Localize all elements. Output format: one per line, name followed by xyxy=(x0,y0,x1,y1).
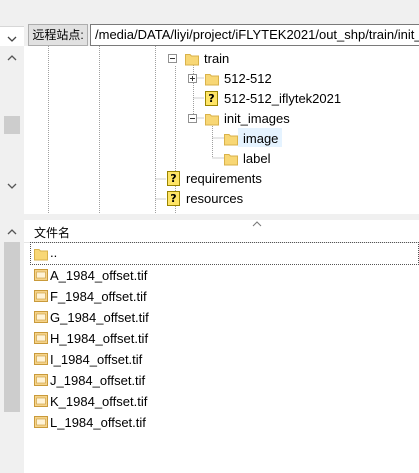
folder-icon xyxy=(224,154,238,166)
expand-icon[interactable] xyxy=(188,74,197,83)
file-row[interactable]: L_1984_offset.tif xyxy=(24,412,419,433)
image-file-icon xyxy=(34,311,48,323)
remote-site-label: 远程站点: xyxy=(28,24,88,46)
tree-node-label: 512-512 xyxy=(224,71,272,86)
site-dropdown[interactable] xyxy=(0,26,24,47)
remote-path-input[interactable]: /media/DATA/liyi/project/iFLYTEK2021/out… xyxy=(90,24,419,46)
file-row[interactable]: J_1984_offset.tif xyxy=(24,370,419,391)
file-row[interactable]: K_1984_offset.tif xyxy=(24,391,419,412)
file-row[interactable]: A_1984_offset.tif xyxy=(24,265,419,286)
tree-node-label: init_images xyxy=(224,111,290,126)
file-name: H_1984_offset.tif xyxy=(50,331,149,346)
remote-directory-tree: train 512-512 ? 512-512_iflytek2021 init… xyxy=(0,46,419,214)
question-icon: ? xyxy=(167,171,180,186)
tree-node-label: 512-512_iflytek2021 xyxy=(224,91,342,106)
column-header-filename[interactable]: 文件名 xyxy=(24,220,419,243)
folder-icon xyxy=(205,114,219,126)
file-row[interactable]: F_1984_offset.tif xyxy=(24,286,419,307)
file-row[interactable]: I_1984_offset.tif xyxy=(24,349,419,370)
column-header-label: 文件名 xyxy=(34,226,71,240)
collapse-icon[interactable] xyxy=(168,54,177,63)
folder-icon xyxy=(34,249,48,261)
list-scrollbar[interactable] xyxy=(0,220,24,473)
file-row[interactable]: G_1984_offset.tif xyxy=(24,307,419,328)
file-name: K_1984_offset.tif xyxy=(50,394,148,409)
file-row[interactable]: H_1984_offset.tif xyxy=(24,328,419,349)
folder-icon xyxy=(224,134,238,146)
image-file-icon xyxy=(34,395,48,407)
tree-node-label: resources xyxy=(186,191,244,206)
image-file-icon xyxy=(34,374,48,386)
image-file-icon xyxy=(34,332,48,344)
file-name: A_1984_offset.tif xyxy=(50,268,148,283)
file-name: F_1984_offset.tif xyxy=(50,289,147,304)
address-bar: 远程站点: /media/DATA/liyi/project/iFLYTEK20… xyxy=(0,0,419,47)
image-file-icon xyxy=(34,353,48,365)
file-name: J_1984_offset.tif xyxy=(50,373,146,388)
file-name: G_1984_offset.tif xyxy=(50,310,149,325)
collapse-icon[interactable] xyxy=(188,114,197,123)
tree-node-label: label xyxy=(243,151,271,166)
folder-icon xyxy=(205,74,219,86)
image-file-icon xyxy=(34,269,48,281)
sort-ascending-icon xyxy=(252,221,262,227)
file-name: I_1984_offset.tif xyxy=(50,352,143,367)
tree-node-label: train xyxy=(204,51,230,66)
folder-icon xyxy=(185,54,199,66)
question-icon: ? xyxy=(205,91,218,106)
parent-directory-label: .. xyxy=(50,245,58,260)
image-file-icon xyxy=(34,416,48,428)
list-scroll-thumb[interactable] xyxy=(4,242,20,412)
parent-directory-row[interactable]: .. xyxy=(30,242,419,265)
tree-node-label: image xyxy=(243,131,279,146)
image-file-icon xyxy=(34,290,48,302)
scroll-up-icon[interactable] xyxy=(6,226,18,238)
tree-node-label: requirements xyxy=(186,171,262,186)
file-name: L_1984_offset.tif xyxy=(50,415,146,430)
remote-file-list: 文件名 .. A_1984_offset.tif F_1984_offset.t… xyxy=(0,220,419,473)
question-icon: ? xyxy=(167,191,180,206)
